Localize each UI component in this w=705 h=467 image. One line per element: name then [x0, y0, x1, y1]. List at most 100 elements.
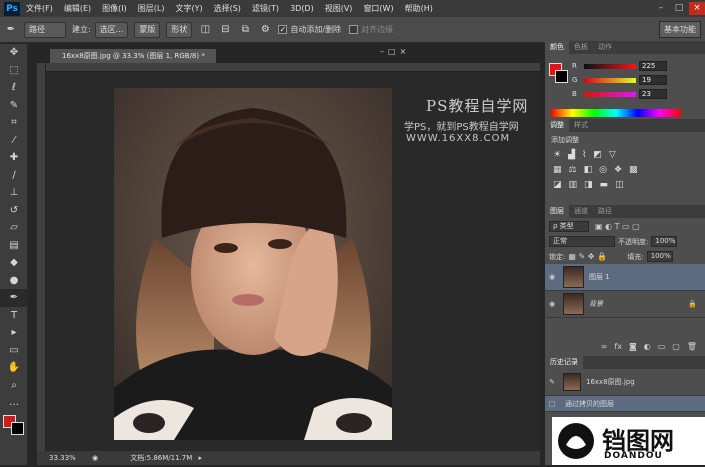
adjustment-layer-icon[interactable]: ◐ — [644, 342, 651, 354]
history-brush-source-icon[interactable]: ✎ — [545, 378, 559, 386]
edit-toolbar-icon[interactable]: … — [0, 394, 28, 412]
blue-channel-slider[interactable] — [584, 91, 636, 97]
new-group-icon[interactable]: ▭ — [658, 342, 666, 354]
gear-icon[interactable]: ⚙ — [258, 23, 272, 37]
history-step-name[interactable]: 通过拷贝的图层 — [565, 399, 614, 409]
levels-icon[interactable]: ▟ — [568, 150, 575, 160]
eraser-tool-icon[interactable]: ▱ — [0, 219, 28, 237]
gradient-map-icon[interactable]: ▬ — [600, 180, 609, 190]
gradient-tool-icon[interactable]: ▤ — [0, 237, 28, 255]
curves-icon[interactable]: ⌇ — [582, 150, 586, 160]
layer-name[interactable]: 背景 — [589, 299, 688, 309]
menu-3d[interactable]: 3D(D) — [290, 4, 314, 13]
opacity-field[interactable]: 100% — [651, 236, 678, 247]
doc-minimize-button[interactable]: – — [380, 47, 384, 57]
menu-filter[interactable]: 滤镜(T) — [252, 3, 279, 14]
lasso-tool-icon[interactable]: ℓ — [0, 79, 28, 97]
visibility-eye-icon[interactable]: ◉ — [545, 300, 559, 308]
path-mode-select[interactable]: 路径 — [24, 21, 66, 38]
mask-button[interactable]: 蒙版 — [134, 21, 161, 38]
blend-mode-select[interactable]: 正常 — [549, 236, 615, 247]
red-channel-slider[interactable] — [584, 63, 636, 69]
quick-select-tool-icon[interactable]: ✎ — [0, 97, 28, 115]
shape-button[interactable]: 形状 — [166, 21, 193, 38]
doc-restore-button[interactable]: □ — [388, 47, 396, 57]
auto-add-delete-checkbox[interactable]: ✓ — [278, 25, 288, 34]
portrait-photo[interactable] — [114, 88, 392, 440]
horizontal-ruler[interactable] — [46, 63, 540, 72]
status-menu-icon[interactable]: ▸ — [198, 454, 202, 462]
status-arrow-icon[interactable]: ◉ — [92, 454, 98, 462]
document-tab[interactable]: 16xx8原图.jpg @ 33.3% (图层 1, RGB/8) * — [50, 49, 216, 63]
new-layer-icon[interactable]: ▢ — [672, 342, 680, 354]
hue-saturation-icon[interactable]: ▦ — [553, 165, 562, 175]
hand-tool-icon[interactable]: ✋ — [0, 359, 28, 377]
fill-field[interactable]: 100% — [646, 251, 673, 262]
tab-paths[interactable]: 路径 — [593, 205, 617, 218]
layer-name[interactable]: 图层 1 — [589, 272, 610, 282]
history-brush-icon[interactable]: ↺ — [0, 202, 28, 220]
move-tool-icon[interactable]: ✥ — [0, 44, 28, 62]
tab-swatches[interactable]: 色板 — [569, 41, 593, 54]
tab-color[interactable]: 颜色 — [545, 41, 569, 54]
blue-channel-value[interactable]: 23 — [639, 89, 667, 99]
pen-tool-icon[interactable]: ✒ — [0, 289, 28, 307]
channel-mixer-icon[interactable]: ❖ — [614, 165, 622, 175]
tab-adjustments[interactable]: 调整 — [545, 119, 569, 132]
tab-history[interactable]: 历史记录 — [545, 356, 583, 369]
blur-tool-icon[interactable]: ◆ — [0, 254, 28, 272]
brightness-icon[interactable]: ☀ — [553, 150, 561, 160]
tab-actions[interactable]: 动作 — [593, 41, 617, 54]
menu-window[interactable]: 窗口(W) — [363, 3, 393, 14]
filter-icons[interactable]: ▣ ◐ T ▭ ▢ — [595, 222, 640, 231]
green-channel-slider[interactable] — [584, 77, 636, 83]
lock-icons[interactable]: ▦ ✎ ✥ 🔒 — [568, 252, 624, 261]
vibrance-icon[interactable]: ▽ — [609, 150, 616, 160]
auto-add-delete-option[interactable]: ✓ 自动添加/删除 — [278, 24, 341, 35]
zoom-tool-icon[interactable]: ⌕ — [0, 377, 28, 395]
visibility-eye-icon[interactable]: ◉ — [545, 273, 559, 281]
healing-brush-icon[interactable]: ✚ — [0, 149, 28, 167]
pen-tool-icon[interactable]: ✒ — [4, 23, 18, 37]
brush-tool-icon[interactable]: ∕ — [0, 167, 28, 185]
zoom-level[interactable]: 33.33% — [49, 454, 76, 462]
tab-layers[interactable]: 图层 — [545, 205, 569, 218]
photo-filter-icon[interactable]: ◎ — [599, 165, 607, 175]
snapshot-name[interactable]: 16xx8原图.jpg — [586, 377, 635, 387]
add-mask-icon[interactable]: ◙ — [629, 342, 637, 354]
delete-layer-icon[interactable]: 🗑 — [687, 342, 697, 354]
align-edges-option[interactable]: 对齐边缘 — [349, 24, 393, 35]
tab-channels[interactable]: 通道 — [569, 205, 593, 218]
menu-layer[interactable]: 图层(L) — [138, 3, 165, 14]
threshold-icon[interactable]: ◨ — [584, 180, 593, 190]
layer-style-icon[interactable]: fx — [614, 342, 622, 354]
doc-close-button[interactable]: × — [400, 47, 407, 57]
menu-edit[interactable]: 编辑(E) — [64, 3, 91, 14]
selective-color-icon[interactable]: ◫ — [615, 180, 624, 190]
rectangle-tool-icon[interactable]: ▭ — [0, 342, 28, 360]
color-lookup-icon[interactable]: ▩ — [629, 165, 638, 175]
layer-kind-filter[interactable]: ρ 类型 — [549, 220, 589, 232]
red-channel-value[interactable]: 225 — [639, 61, 667, 71]
path-operations-icon[interactable]: ◫ — [198, 23, 212, 37]
menu-type[interactable]: 文字(Y) — [175, 3, 202, 14]
vertical-ruler[interactable] — [37, 63, 46, 451]
tab-styles[interactable]: 样式 — [569, 119, 593, 132]
posterize-icon[interactable]: ▥ — [569, 180, 578, 190]
menu-file[interactable]: 文件(F) — [26, 3, 53, 14]
clone-stamp-icon[interactable]: ⊥ — [0, 184, 28, 202]
color-spectrum-bar[interactable] — [551, 109, 681, 117]
eyedropper-tool-icon[interactable]: ⁄ — [0, 132, 28, 150]
path-arrangement-icon[interactable]: ⧉ — [238, 23, 252, 37]
path-select-tool-icon[interactable]: ▸ — [0, 324, 28, 342]
history-step[interactable]: ▢ 通过拷贝的图层 — [545, 396, 705, 412]
workspace-switcher[interactable]: 基本功能 — [659, 21, 701, 38]
color-balance-icon[interactable]: ⚖ — [569, 165, 577, 175]
black-white-icon[interactable]: ◧ — [584, 165, 593, 175]
exposure-icon[interactable]: ◩ — [593, 150, 602, 160]
green-channel-value[interactable]: 19 — [639, 75, 667, 85]
dodge-tool-icon[interactable]: ● — [0, 272, 28, 290]
background-color-swatch[interactable] — [11, 422, 24, 435]
history-snapshot[interactable]: ✎ 16xx8原图.jpg — [545, 369, 705, 396]
menu-image[interactable]: 图像(I) — [102, 3, 127, 14]
